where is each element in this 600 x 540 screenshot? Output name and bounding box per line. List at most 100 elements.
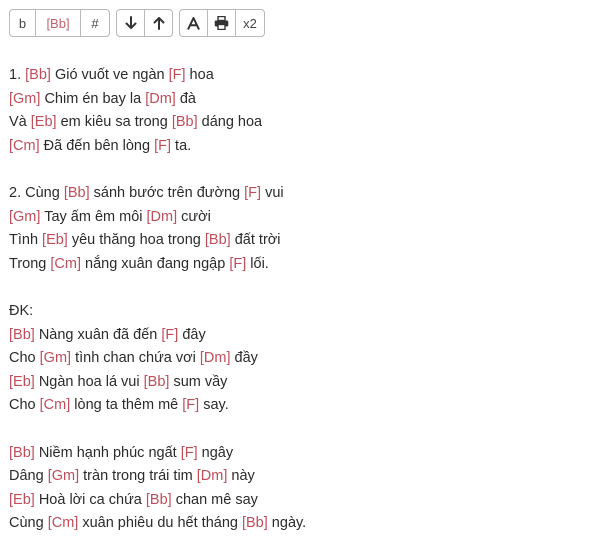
lyric-text: Chim én bay la: [40, 90, 146, 107]
chord-label: [F]: [154, 137, 172, 154]
chord-label: [Cm]: [9, 137, 40, 154]
chord-label: [Dm]: [145, 90, 176, 107]
chord-label: [Bb]: [143, 373, 170, 390]
sharp-button[interactable]: #: [80, 9, 110, 37]
chord-label: [F]: [229, 255, 247, 272]
lyric-text: ngày.: [267, 515, 307, 531]
lyric-text: say.: [199, 397, 229, 413]
lyric-text: Ngàn hoa lá vui: [34, 373, 144, 390]
chord-label: [Cm]: [39, 397, 71, 413]
lyric-line: Cho [Cm] lòng ta thêm mê [F] say.: [9, 394, 592, 418]
transpose-up-button[interactable]: [144, 9, 173, 37]
stanza: [Bb] Niềm hạnh phúc ngất [F] ngây Dâng [G…: [9, 442, 592, 536]
lyric-text: Hoà lời ca chứa: [34, 491, 146, 508]
stanza-spacer: [9, 158, 592, 182]
lyric-text: Cho: [9, 350, 40, 366]
lyric-text: này: [227, 468, 255, 484]
accidental-group: b [Bb] #: [9, 9, 110, 39]
font-size-button[interactable]: [179, 9, 208, 37]
chord-label: [Cm]: [50, 255, 81, 272]
lyric-text: sum vầy: [169, 373, 228, 390]
lyric-text: Cho: [9, 397, 40, 413]
chord-label: [Dm]: [199, 350, 231, 366]
chord-label: [Bb]: [241, 515, 268, 531]
chord-label: [Bb]: [145, 491, 172, 508]
lyric-line: [Eb] Ngàn hoa lá vui [Bb] sum vầy: [9, 371, 592, 395]
chord-label: [F]: [161, 326, 179, 343]
lyric-text: ta.: [171, 137, 192, 154]
chord-label: [Gm]: [9, 208, 41, 225]
lyric-text: yêu thăng hoa trong: [67, 232, 205, 248]
chord-label: [Gm]: [9, 90, 41, 107]
lyric-text: Tay ấm êm môi: [40, 208, 147, 225]
chord-label: [Gm]: [47, 468, 80, 484]
lyric-text: 1.: [9, 67, 26, 83]
transpose-down-button[interactable]: [116, 9, 145, 37]
lyric-text: Tình: [9, 232, 43, 248]
lyric-text: lối.: [246, 255, 269, 272]
arrow-down-icon: [125, 16, 137, 30]
lyric-text: nắng xuân đang ngập: [80, 255, 230, 272]
lyric-text: dáng hoa: [197, 114, 263, 130]
lyric-line: [Cm] Đã đến bên lòng [F] ta.: [9, 135, 592, 159]
lyric-text: Dâng: [9, 468, 48, 484]
chord-label: [Gm]: [39, 350, 72, 366]
chord-label: [Bb]: [171, 114, 198, 130]
lyrics-content: 1. [Bb] Gió vuốt ve ngàn [F] hoa [Gm] Chi…: [9, 64, 592, 536]
lyric-text: tràn trong trái tim: [79, 468, 197, 484]
lyric-line: Dâng [Gm] tràn trong trái tim [Dm] này: [9, 465, 592, 489]
lyric-text: 2. Cùng: [9, 185, 64, 201]
chord-notation-button[interactable]: [Bb]: [35, 9, 81, 37]
lyric-text: ĐK:: [9, 303, 34, 319]
chord-sheet-page: b [Bb] # x2 1. [Bb] Gió vuốt ve ngàn [F]…: [0, 0, 600, 540]
chord-toolbar: b [Bb] # x2: [9, 9, 271, 39]
lyric-text: chan mê say: [171, 491, 258, 508]
print-button[interactable]: [207, 9, 236, 37]
lyric-text: Gió vuốt ve ngàn: [50, 67, 169, 83]
chord-label: [Dm]: [146, 208, 178, 225]
lyric-text: em kiêu sa trong: [56, 114, 172, 130]
lyric-line: 1. [Bb] Gió vuốt ve ngàn [F] hoa: [9, 64, 592, 88]
chord-label: [Eb]: [9, 491, 35, 508]
lyric-line: Cho [Gm] tình chan chứa vơi [Dm] đầy: [9, 347, 592, 371]
lyric-text: đà: [175, 90, 196, 107]
stanza: ĐK: [Bb] Nàng xuân đã đến [F] đây Cho [Gm]…: [9, 300, 592, 418]
chord-label: [F]: [180, 444, 198, 461]
lyric-line: 2. Cùng [Bb] sánh bước trên đường [F] vu…: [9, 182, 592, 206]
lyric-line: [Bb] Nàng xuân đã đến [F] đây: [9, 324, 592, 348]
stanza-spacer: [9, 418, 592, 442]
lyric-line: [Gm] Tay ấm êm môi [Dm] cười: [9, 206, 592, 230]
lyric-text: Và: [9, 114, 31, 130]
lyric-line: [Gm] Chim én bay la [Dm] đà: [9, 88, 592, 112]
lyric-text: Niềm hạnh phúc ngất: [34, 444, 181, 461]
chord-label: [F]: [182, 397, 200, 413]
lyric-line: Và [Eb] em kiêu sa trong [Bb] dáng hoa: [9, 111, 592, 135]
chord-label: [Bb]: [9, 326, 35, 343]
chord-label: [Bb]: [9, 444, 35, 461]
lyric-line: [Bb] Niềm hạnh phúc ngất [F] ngây: [9, 442, 592, 466]
chord-label: [Eb]: [9, 373, 35, 390]
lyric-text: tình chan chứa vơi: [71, 350, 200, 366]
chord-label: [Eb]: [30, 114, 57, 130]
lyric-text: lòng ta thêm mê: [70, 397, 183, 413]
double-size-button[interactable]: x2: [235, 9, 265, 37]
lyric-text: đây: [178, 326, 206, 343]
lyric-text: hoa: [185, 67, 214, 83]
lyric-text: Nàng xuân đã đến: [34, 326, 162, 343]
arrow-up-icon: [153, 16, 165, 30]
font-icon: [187, 16, 200, 30]
lyric-text: cười: [177, 208, 211, 225]
flat-button[interactable]: b: [9, 9, 36, 37]
lyric-text: đất trời: [230, 232, 281, 248]
lyric-line: Trong [Cm] nắng xuân đang ngập [F] lối.: [9, 253, 592, 277]
chord-label: [Bb]: [25, 67, 51, 83]
lyric-text: Cùng: [9, 515, 48, 531]
print-icon: [214, 16, 229, 30]
lyric-text: sánh bước trên đường: [89, 185, 245, 201]
stanza: 2. Cùng [Bb] sánh bước trên đường [F] vu…: [9, 182, 592, 276]
lyric-text: Trong: [9, 255, 51, 272]
transpose-group: [116, 9, 173, 39]
lyric-line: [Eb] Hoà lời ca chứa [Bb] chan mê say: [9, 489, 592, 513]
lyric-text: đầy: [230, 350, 258, 366]
stanza-spacer: [9, 276, 592, 300]
